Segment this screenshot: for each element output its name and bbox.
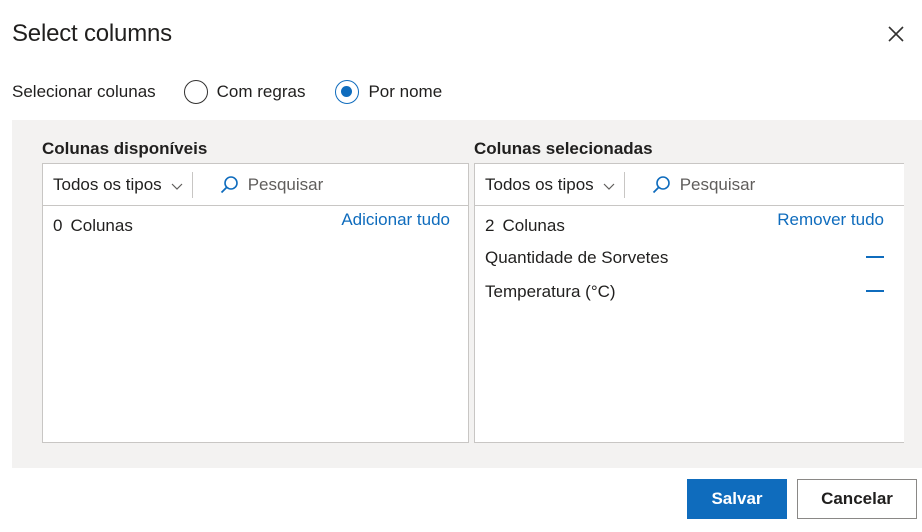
available-type-filter[interactable]: Todos os tipos	[43, 164, 184, 205]
remove-all-button[interactable]: Remover tudo	[777, 210, 884, 230]
available-columns-list: Todos os tipos Pesquisar 0 Colunas Adicio…	[42, 163, 469, 443]
chevron-down-icon	[602, 178, 616, 192]
search-placeholder: Pesquisar	[679, 174, 756, 194]
selection-mode-label: Selecionar colunas	[12, 82, 156, 101]
close-icon[interactable]	[884, 22, 908, 46]
selection-mode-row: Selecionar colunas Com regras Por nome	[12, 78, 472, 106]
selected-columns-list: Todos os tipos Pesquisar 2 Colunas Remove…	[474, 163, 904, 443]
radio-com-regras[interactable]: Com regras	[183, 80, 306, 104]
radio-por-nome[interactable]: Por nome	[335, 80, 442, 104]
search-icon	[651, 175, 671, 195]
radio-circle-icon[interactable]	[183, 80, 208, 104]
cancel-button[interactable]: Cancelar	[797, 479, 917, 519]
selected-columns-title: Colunas selecionadas	[474, 139, 653, 158]
search-icon	[219, 175, 239, 195]
toolbar-divider	[623, 171, 625, 198]
selected-search-input[interactable]: Pesquisar	[651, 174, 756, 195]
count-label: Colunas	[70, 216, 133, 235]
available-search-input[interactable]: Pesquisar	[219, 174, 324, 195]
type-filter-label: Todos os tipos	[53, 174, 162, 194]
dialog-title: Select columns	[12, 20, 172, 47]
radio-checked-icon[interactable]	[335, 80, 360, 104]
available-toolbar: Todos os tipos Pesquisar	[43, 164, 468, 206]
count-number: 0	[53, 216, 63, 235]
select-columns-dialog: Select columns Selecionar colunas Com re…	[0, 0, 922, 532]
remove-item-icon[interactable]	[866, 256, 884, 258]
chevron-down-icon	[170, 178, 184, 192]
count-number: 2	[485, 216, 495, 235]
selected-type-filter[interactable]: Todos os tipos	[475, 164, 616, 205]
list-item: Temperatura (°C)	[485, 282, 616, 301]
save-button[interactable]: Salvar	[687, 479, 787, 519]
selected-count: 2 Colunas	[485, 216, 565, 236]
remove-item-icon[interactable]	[866, 290, 884, 292]
add-all-button[interactable]: Adicionar tudo	[341, 210, 450, 230]
available-count: 0 Colunas	[53, 216, 133, 236]
radio-label: Por nome	[368, 82, 443, 101]
selected-toolbar: Todos os tipos Pesquisar	[475, 164, 904, 206]
search-placeholder: Pesquisar	[247, 174, 324, 194]
radio-label: Com regras	[216, 82, 306, 101]
toolbar-divider	[191, 171, 193, 198]
available-columns-title: Colunas disponíveis	[42, 139, 208, 158]
count-label: Colunas	[502, 216, 565, 235]
type-filter-label: Todos os tipos	[485, 174, 594, 194]
list-item: Quantidade de Sorvetes	[485, 248, 669, 267]
